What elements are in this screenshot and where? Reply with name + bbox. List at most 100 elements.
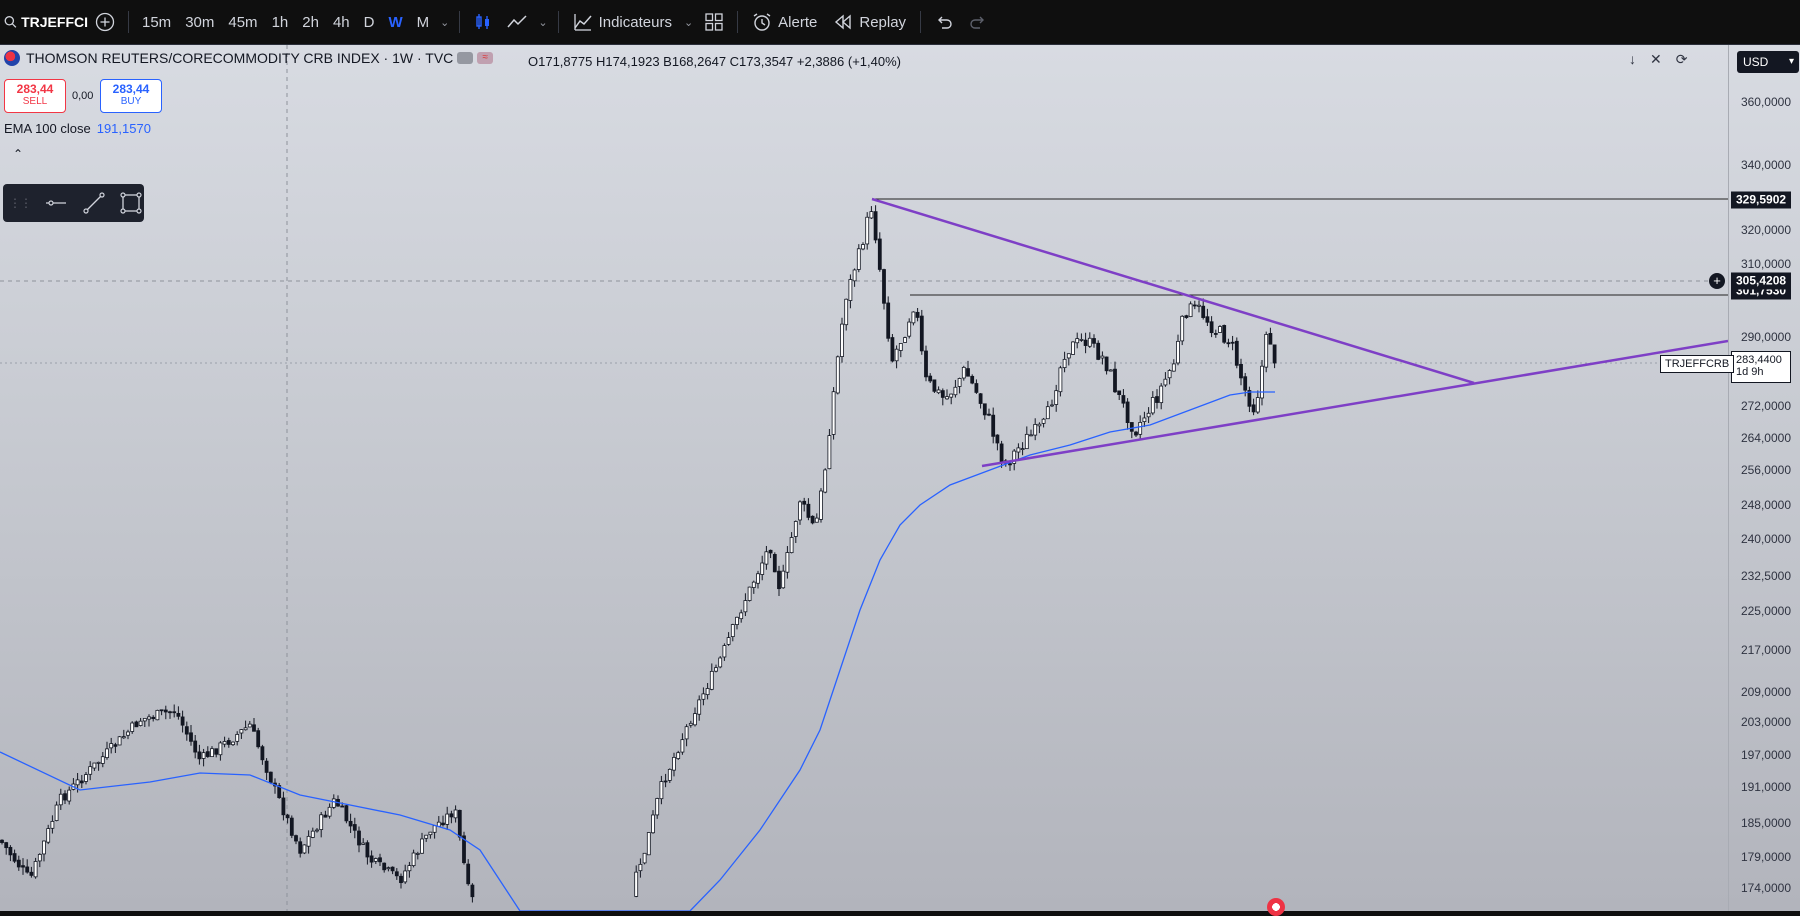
candle — [79, 774, 84, 789]
chart-pane[interactable] — [0, 45, 1728, 911]
price-tick: 179,0000 — [1740, 850, 1791, 864]
layout-button[interactable] — [697, 5, 731, 39]
toolbar-divider — [557, 11, 559, 33]
candle — [1087, 332, 1092, 349]
candle — [945, 389, 949, 400]
toolbar-divider — [920, 11, 922, 33]
sell-button[interactable]: 283,44 SELL — [4, 79, 66, 113]
candle — [441, 815, 445, 827]
interval-1h[interactable]: 1h — [265, 14, 296, 31]
price-tick: 191,0000 — [1740, 780, 1791, 794]
candle-body — [932, 379, 937, 392]
currency-select[interactable]: USD ▾ — [1737, 51, 1799, 73]
close-icon[interactable]: ✕ — [1650, 51, 1662, 68]
price-axis[interactable]: ↓ ✕ ⟳ USD ▾ 360,0000 340,0000 320,0000 310,… — [1629, 45, 1800, 911]
candle — [667, 768, 672, 784]
candle — [1247, 386, 1252, 413]
event-flag-icon[interactable] — [1267, 898, 1285, 916]
candle-body — [642, 852, 647, 864]
candle-body — [646, 832, 651, 856]
price-plot[interactable] — [0, 45, 1728, 911]
candle-body — [1050, 404, 1054, 407]
candle-body — [945, 396, 949, 400]
candle — [4, 841, 9, 855]
candle-body — [777, 570, 781, 590]
interval-15m[interactable]: 15m — [135, 14, 178, 31]
candle — [348, 813, 353, 833]
candle-body — [1134, 431, 1138, 436]
candle — [1117, 390, 1122, 401]
redo-button[interactable] — [961, 5, 995, 39]
candle-body — [919, 315, 924, 352]
candle-body — [898, 343, 903, 351]
price-tick: 217,0000 — [1740, 643, 1791, 657]
candle-body — [67, 789, 72, 802]
replay-button[interactable]: Replay — [825, 12, 914, 32]
candle — [37, 853, 42, 868]
candle — [751, 580, 756, 594]
arrow-down-icon[interactable]: ↓ — [1629, 51, 1636, 68]
symbol-search[interactable]: TRJEFFCI — [0, 14, 88, 30]
chevron-down-icon[interactable]: ⌄ — [538, 16, 547, 29]
trend-line-tool[interactable] — [81, 190, 107, 216]
drag-handle-icon[interactable]: ⋮⋮ — [9, 196, 32, 210]
horizontal-line-tool[interactable] — [43, 190, 69, 216]
candle-body — [226, 740, 231, 745]
candle-body — [1213, 333, 1218, 335]
candle-body — [1197, 304, 1201, 307]
chevron-down-icon[interactable]: ⌄ — [684, 16, 693, 29]
candle — [785, 546, 790, 579]
candle-body — [239, 729, 244, 734]
interval-w[interactable]: W — [381, 14, 409, 31]
candle-body — [163, 709, 168, 713]
alert-button[interactable]: Alerte — [744, 12, 825, 32]
candle — [1255, 390, 1260, 415]
interval-m[interactable]: M — [410, 14, 437, 31]
trend-lines[interactable] — [871, 197, 1728, 468]
candle-body — [1155, 396, 1159, 403]
collapse-legend-button[interactable]: ⌃ — [13, 147, 23, 161]
candle-body — [386, 867, 391, 870]
interval-30m[interactable]: 30m — [178, 14, 221, 31]
line-chart-button[interactable] — [500, 5, 534, 39]
candle-body — [390, 866, 395, 872]
candle — [289, 815, 294, 839]
rectangle-tool[interactable] — [118, 190, 144, 216]
chart-type-button[interactable] — [466, 5, 500, 39]
candle — [84, 772, 88, 785]
candle — [1205, 308, 1210, 327]
candle — [663, 773, 668, 788]
interval-2h[interactable]: 2h — [295, 14, 326, 31]
candle — [197, 744, 202, 765]
buy-button[interactable]: 283,44 BUY — [100, 79, 162, 113]
candle-body — [29, 871, 34, 876]
last-price-value: 283,4400 — [1736, 354, 1782, 366]
candle-body — [247, 723, 252, 728]
indicators-button[interactable]: Indicateurs — [565, 12, 680, 32]
interval-4h[interactable]: 4h — [326, 14, 357, 31]
candle-body — [915, 311, 920, 318]
candle — [310, 827, 315, 839]
candle — [176, 706, 181, 720]
add-alert-plus-icon[interactable]: + — [1709, 273, 1725, 289]
candle — [453, 805, 458, 823]
refresh-icon[interactable]: ⟳ — [1676, 51, 1688, 68]
undo-button[interactable] — [927, 5, 961, 39]
candle-body — [75, 779, 80, 786]
candle — [373, 857, 378, 864]
chevron-down-icon[interactable]: ⌄ — [440, 16, 449, 29]
compare-icon[interactable]: ≈ — [477, 52, 494, 64]
candle — [88, 761, 93, 781]
add-symbol-button[interactable] — [88, 5, 122, 39]
candle — [1083, 332, 1088, 354]
ema-legend[interactable]: EMA 100 close 191,1570 — [4, 121, 151, 136]
interval-45m[interactable]: 45m — [221, 14, 264, 31]
visibility-icon[interactable] — [457, 52, 474, 64]
candle — [886, 296, 891, 342]
candle-body — [936, 389, 941, 394]
candle — [33, 857, 38, 879]
candle — [840, 317, 844, 363]
price-tick: 320,0000 — [1740, 223, 1791, 237]
interval-d[interactable]: D — [357, 14, 382, 31]
candle — [844, 298, 849, 331]
